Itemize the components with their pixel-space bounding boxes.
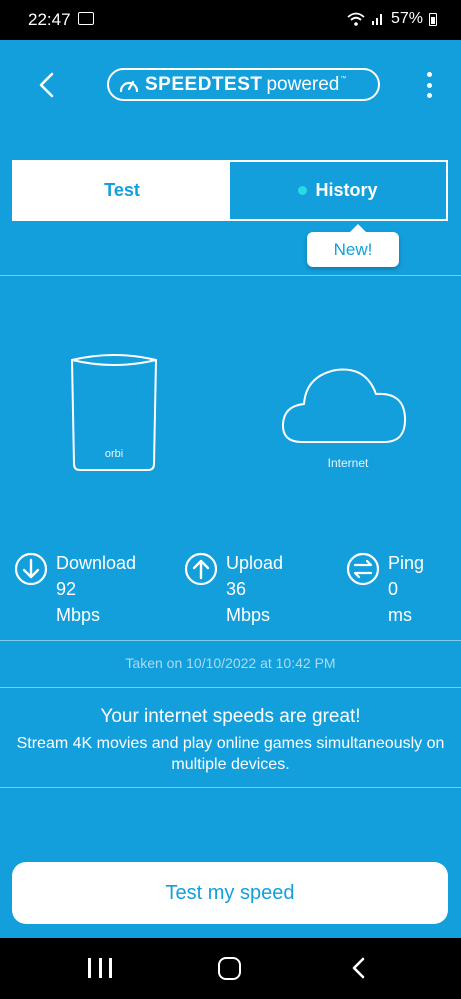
download-icon [14,552,48,586]
speedometer-icon [119,80,139,92]
download-label: Download [56,553,137,573]
new-badge: New! [307,224,399,267]
tab-history-label: History [315,180,378,200]
logo-subtext: powered [266,73,340,95]
result-title: Your internet speeds are great! [100,706,361,727]
nav-back-icon[interactable] [348,956,370,980]
overflow-menu-icon[interactable] [417,68,441,102]
logo-trademark: ™ [340,75,347,82]
ping-unit: ms [388,605,412,625]
recent-apps-icon[interactable] [88,958,112,978]
tab-history[interactable]: History [230,162,446,219]
system-nav-bar [0,938,461,999]
home-icon[interactable] [218,957,241,980]
status-bar: 22:47 57% [0,0,461,40]
app-screen: SPEEDTEST powered ™ Test History New! or… [0,40,461,938]
upload-label: Upload [226,553,284,573]
status-right: 57% [347,10,437,28]
divider [0,787,461,788]
logo-text: SPEEDTEST [145,73,263,95]
status-time: 22:47 [28,10,71,29]
tab-test[interactable]: Test [14,162,230,219]
upload-unit: Mbps [226,605,271,625]
battery-percent: 57% [390,10,423,27]
cloud-icon [281,368,407,443]
download-value: 92 [56,579,77,599]
divider [0,640,461,641]
orbi-router-icon: orbi [70,354,158,471]
divider [0,275,461,276]
signal-icon [371,14,382,25]
divider [0,687,461,688]
result-description: Stream 4K movies and play online games s… [16,735,445,773]
back-arrow-icon[interactable] [30,68,64,102]
new-indicator-dot [298,186,308,195]
wifi-icon [347,12,365,26]
internet-label: Internet [327,456,369,470]
ping-icon [346,552,380,586]
cast-icon [78,12,94,25]
upload-value: 36 [226,579,247,599]
test-timestamp: Taken on 10/10/2022 at 10:42 PM [125,655,336,671]
speedtest-logo: SPEEDTEST powered ™ [107,68,380,101]
upload-icon [184,552,218,586]
tab-test-label: Test [104,180,140,200]
ping-value: 0 [388,579,399,599]
battery-icon [429,12,437,26]
test-my-speed-button[interactable]: Test my speed [12,862,448,924]
ping-label: Ping [388,553,425,573]
tab-bar: Test History [12,160,448,221]
download-unit: Mbps [56,605,101,625]
router-brand-label: orbi [105,448,123,460]
